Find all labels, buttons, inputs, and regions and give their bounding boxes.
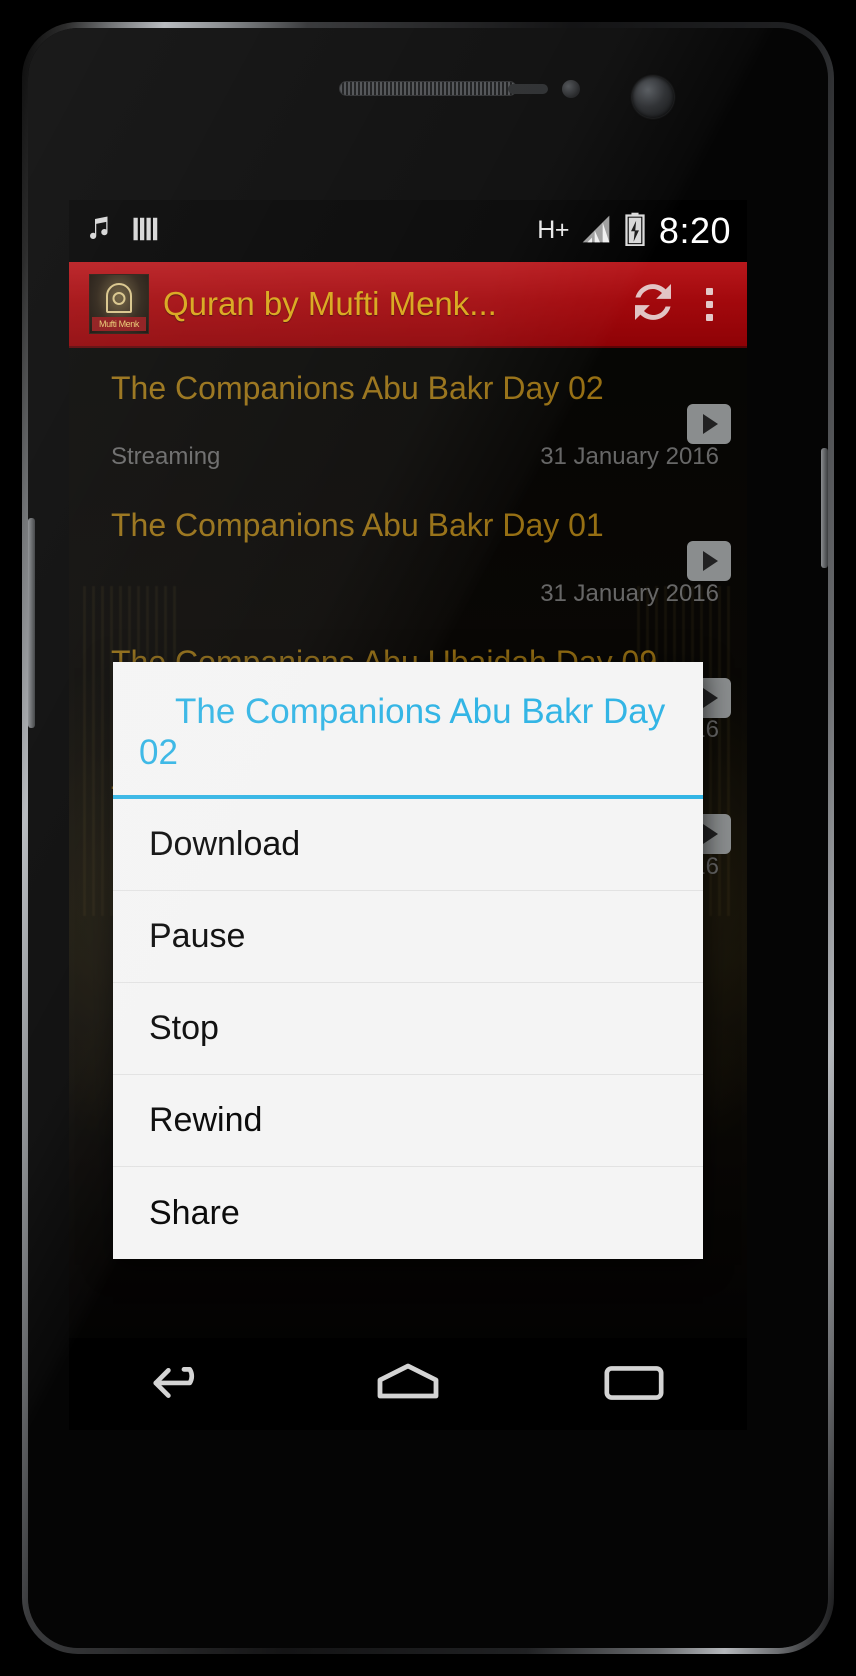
- dialog-option-label: Share: [149, 1193, 240, 1232]
- dialog-option-label: Pause: [149, 917, 246, 956]
- refresh-button[interactable]: [621, 275, 685, 334]
- phone-body: H+ 8:20 Mufti Menk Quran by Mufti Menk..…: [28, 28, 828, 1648]
- context-menu-dialog: The Companions Abu Bakr Day 02 Download …: [113, 662, 703, 1260]
- phone-screen: H+ 8:20 Mufti Menk Quran by Mufti Menk..…: [69, 200, 747, 1430]
- dialog-title: The Companions Abu Bakr Day 02: [139, 692, 666, 772]
- back-button[interactable]: [107, 1338, 257, 1430]
- home-icon: [372, 1357, 444, 1412]
- signal-bars-icon: [579, 213, 613, 250]
- status-bar: H+ 8:20: [69, 200, 747, 262]
- volume-button[interactable]: [28, 518, 35, 728]
- equalizer-icon: [131, 214, 161, 249]
- status-bar-right: H+ 8:20: [537, 210, 731, 252]
- dialog-title-wrap: The Companions Abu Bakr Day 02: [113, 662, 703, 795]
- dialog-option-share[interactable]: Share: [113, 1167, 703, 1260]
- refresh-icon: [626, 275, 680, 334]
- dialog-option-label: Stop: [149, 1009, 219, 1048]
- overflow-menu-button[interactable]: [685, 287, 733, 321]
- action-bar: Mufti Menk Quran by Mufti Menk...: [69, 262, 747, 348]
- recents-icon: [601, 1358, 667, 1411]
- light-sensor: [562, 80, 580, 98]
- dialog-option-stop[interactable]: Stop: [113, 983, 703, 1076]
- dialog-option-pause[interactable]: Pause: [113, 891, 703, 984]
- app-title: Quran by Mufti Menk...: [163, 285, 497, 322]
- quran-app-icon: Mufti Menk: [89, 274, 149, 334]
- recents-button[interactable]: [559, 1338, 709, 1430]
- home-button[interactable]: [333, 1338, 483, 1430]
- overflow-menu-icon: [705, 300, 713, 308]
- dialog-option-rewind[interactable]: Rewind: [113, 1075, 703, 1168]
- battery-charging-icon: [623, 212, 647, 251]
- dialog-option-download[interactable]: Download: [113, 799, 703, 892]
- network-type-label: H+: [537, 216, 569, 244]
- music-note-icon: [85, 213, 115, 250]
- episode-list[interactable]: The Companions Abu Bakr Day 02 Streaming…: [69, 348, 747, 1338]
- back-icon: [147, 1358, 217, 1411]
- power-button[interactable]: [821, 448, 828, 568]
- overflow-menu-icon: [705, 313, 713, 321]
- proximity-sensor: [508, 84, 548, 94]
- status-bar-left: [85, 213, 161, 250]
- app-icon-arch: [106, 283, 132, 313]
- phone-device: H+ 8:20 Mufti Menk Quran by Mufti Menk..…: [22, 22, 834, 1654]
- earpiece-speaker: [339, 81, 517, 96]
- front-camera: [632, 76, 674, 118]
- dialog-option-label: Download: [149, 825, 301, 864]
- dialog-option-label: Rewind: [149, 1101, 263, 1140]
- app-icon-caption: Mufti Menk: [92, 317, 146, 331]
- navigation-bar: [69, 1338, 747, 1430]
- status-bar-clock: 8:20: [658, 210, 731, 251]
- overflow-menu-icon: [705, 287, 713, 295]
